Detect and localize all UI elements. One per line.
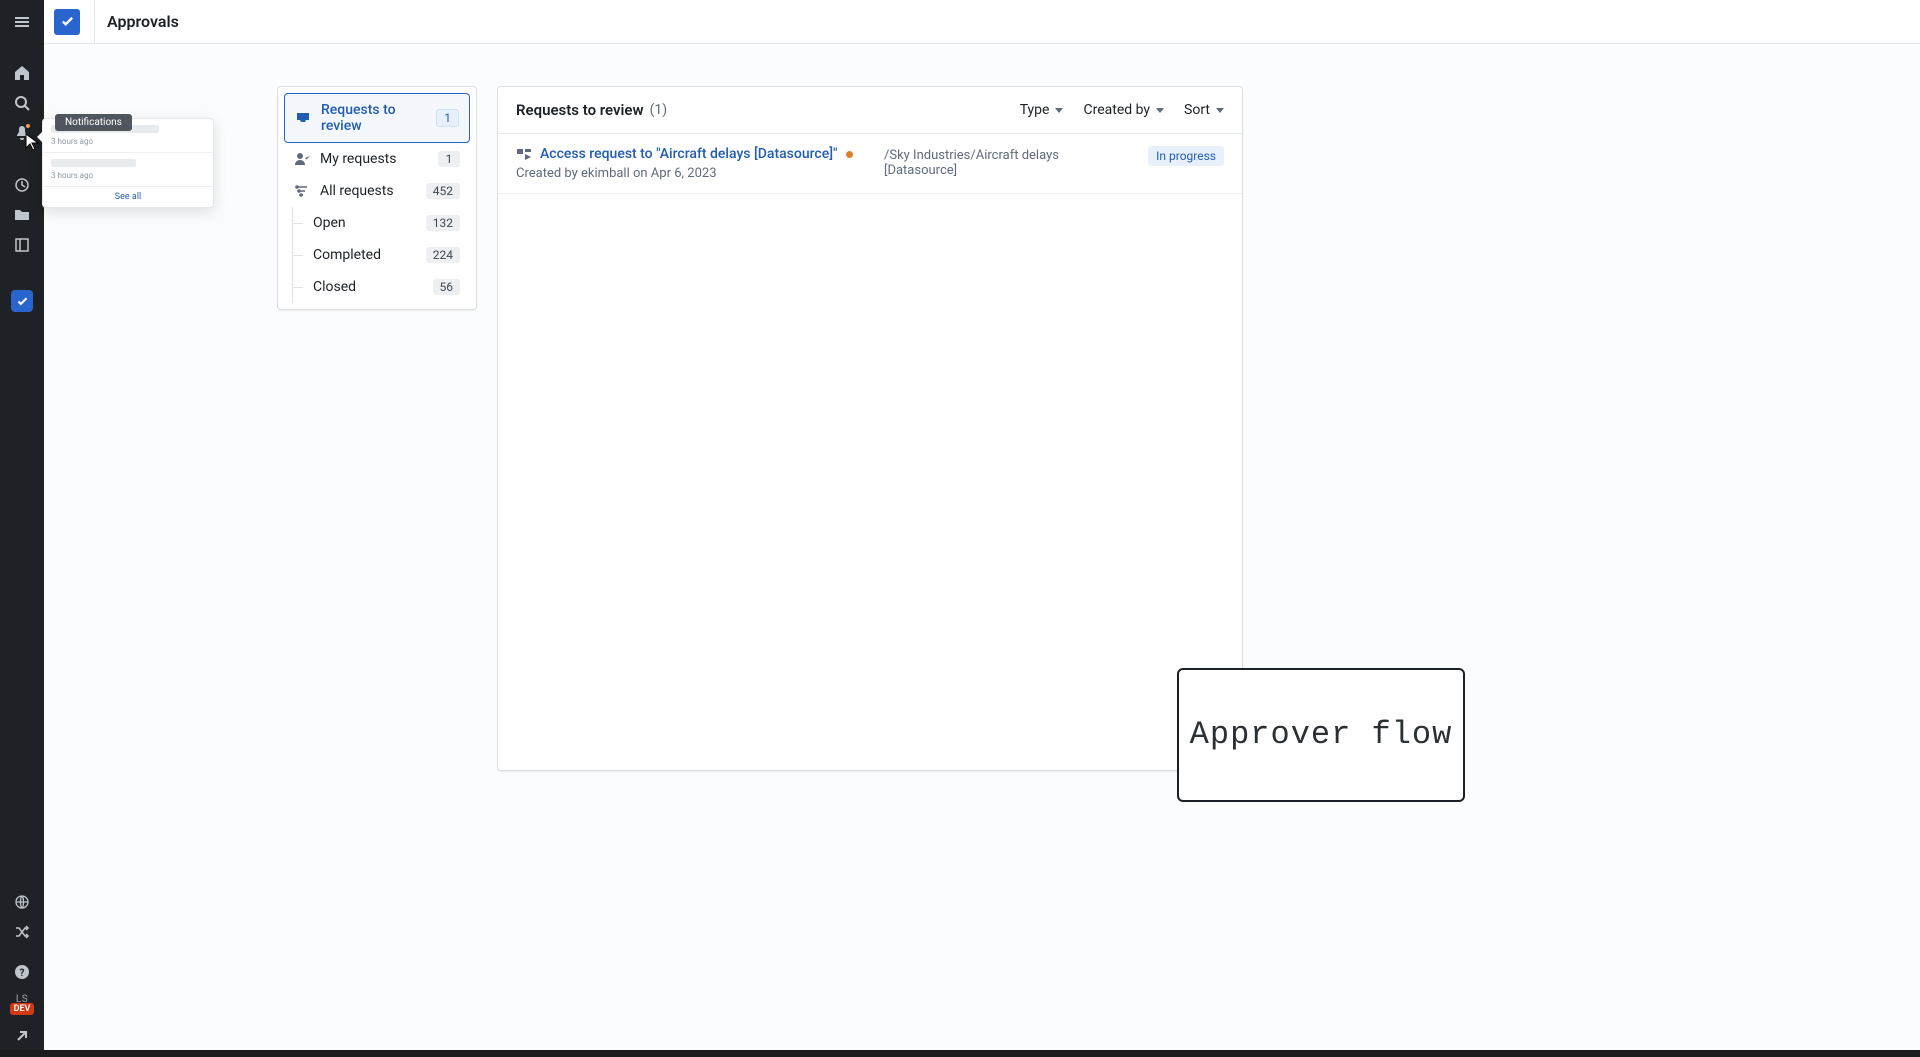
- menu-icon[interactable]: [0, 4, 44, 40]
- sidebar-label: My requests: [320, 151, 438, 167]
- approvals-nav-icon[interactable]: [11, 290, 33, 312]
- nav-rail: ? LS DEV: [0, 0, 44, 1057]
- filter-sort[interactable]: Sort: [1184, 102, 1224, 118]
- request-subtitle: Created by ekimball on Apr 6, 2023: [516, 166, 874, 181]
- request-row[interactable]: Access request to "Aircraft delays [Data…: [498, 134, 1242, 194]
- sidebar-sub-closed[interactable]: Closed 56: [293, 271, 470, 303]
- sidebar-sub-completed[interactable]: Completed 224: [293, 239, 470, 271]
- panel-title: Requests to review: [516, 101, 644, 119]
- notifications-popover: Notifications 3 hours ago 3 hours ago Se…: [42, 118, 214, 208]
- notification-skeleton: [51, 159, 136, 167]
- list-filter-icon: [294, 183, 310, 199]
- sidebar-count: 1: [436, 109, 459, 127]
- external-link-icon[interactable]: [0, 1021, 44, 1051]
- panel-icon[interactable]: [0, 230, 44, 260]
- request-path: /Sky Industries/Aircraft delays [Datasou…: [884, 146, 1114, 178]
- filter-label: Type: [1020, 102, 1050, 118]
- page-title: Approvals: [107, 12, 179, 31]
- main-panel: Requests to review (1) Type Created by S…: [497, 86, 1243, 771]
- sidebar-count: 56: [433, 279, 461, 295]
- sidebar-label: Requests to review: [321, 102, 436, 134]
- notification-time: 3 hours ago: [51, 171, 205, 180]
- filter-created-by[interactable]: Created by: [1083, 102, 1164, 118]
- sidebar-item-my-requests[interactable]: My requests 1: [284, 143, 470, 175]
- chevron-down-icon: [1156, 108, 1164, 113]
- header-divider: [94, 0, 95, 44]
- chevron-down-icon: [1055, 108, 1063, 113]
- panel-header: Requests to review (1) Type Created by S…: [498, 87, 1242, 134]
- notification-time: 3 hours ago: [51, 137, 205, 146]
- panel-count: (1): [650, 102, 668, 118]
- globe-icon[interactable]: [0, 887, 44, 917]
- app-icon: [54, 9, 80, 35]
- chevron-down-icon: [1216, 108, 1224, 113]
- content-area: Requests to review 1 My requests 1 All r…: [44, 44, 1920, 1057]
- filter-type[interactable]: Type: [1020, 102, 1064, 118]
- sidebar-label: Closed: [313, 279, 433, 295]
- dev-pill: DEV: [10, 1003, 35, 1015]
- history-icon[interactable]: [0, 170, 44, 200]
- user-check-icon: [294, 151, 310, 167]
- annotation-label: Approver flow: [1177, 668, 1465, 802]
- datasource-icon: [516, 147, 532, 161]
- sidebar-count: 452: [426, 183, 460, 199]
- sidebar-count: 224: [426, 247, 460, 263]
- filter-sidebar: Requests to review 1 My requests 1 All r…: [277, 86, 477, 310]
- sidebar-label: All requests: [320, 183, 426, 199]
- sidebar-item-all-requests[interactable]: All requests 452: [284, 175, 470, 207]
- search-icon[interactable]: [0, 88, 44, 118]
- notifications-tooltip: Notifications: [55, 114, 132, 131]
- inbox-icon: [295, 110, 311, 126]
- help-icon[interactable]: ?: [0, 957, 44, 987]
- notification-item[interactable]: 3 hours ago: [43, 153, 213, 187]
- sidebar-label: Completed: [313, 247, 426, 263]
- folder-icon[interactable]: [0, 200, 44, 230]
- notification-badge-icon: [25, 123, 31, 129]
- notifications-footer: See all: [43, 187, 213, 207]
- shuffle-icon[interactable]: [0, 917, 44, 947]
- filter-label: Sort: [1184, 102, 1210, 118]
- status-dot-icon: [846, 151, 853, 158]
- sidebar-count: 132: [426, 215, 460, 231]
- svg-text:?: ?: [20, 968, 25, 979]
- sidebar-sub-open[interactable]: Open 132: [293, 207, 470, 239]
- env-badge: LS DEV: [0, 987, 44, 1021]
- sidebar-count: 1: [438, 151, 460, 167]
- see-all-link[interactable]: See all: [115, 192, 141, 202]
- request-title: Access request to "Aircraft delays [Data…: [540, 146, 838, 162]
- taskbar: [0, 1050, 1920, 1057]
- sidebar-item-requests-to-review[interactable]: Requests to review 1: [284, 93, 470, 143]
- home-icon[interactable]: [0, 58, 44, 88]
- sidebar-label: Open: [313, 215, 426, 231]
- filter-label: Created by: [1083, 102, 1150, 118]
- sidebar-subtree: Open 132 Completed 224 Closed 56: [292, 207, 470, 303]
- header: Approvals: [44, 0, 1920, 44]
- status-badge: In progress: [1148, 146, 1224, 166]
